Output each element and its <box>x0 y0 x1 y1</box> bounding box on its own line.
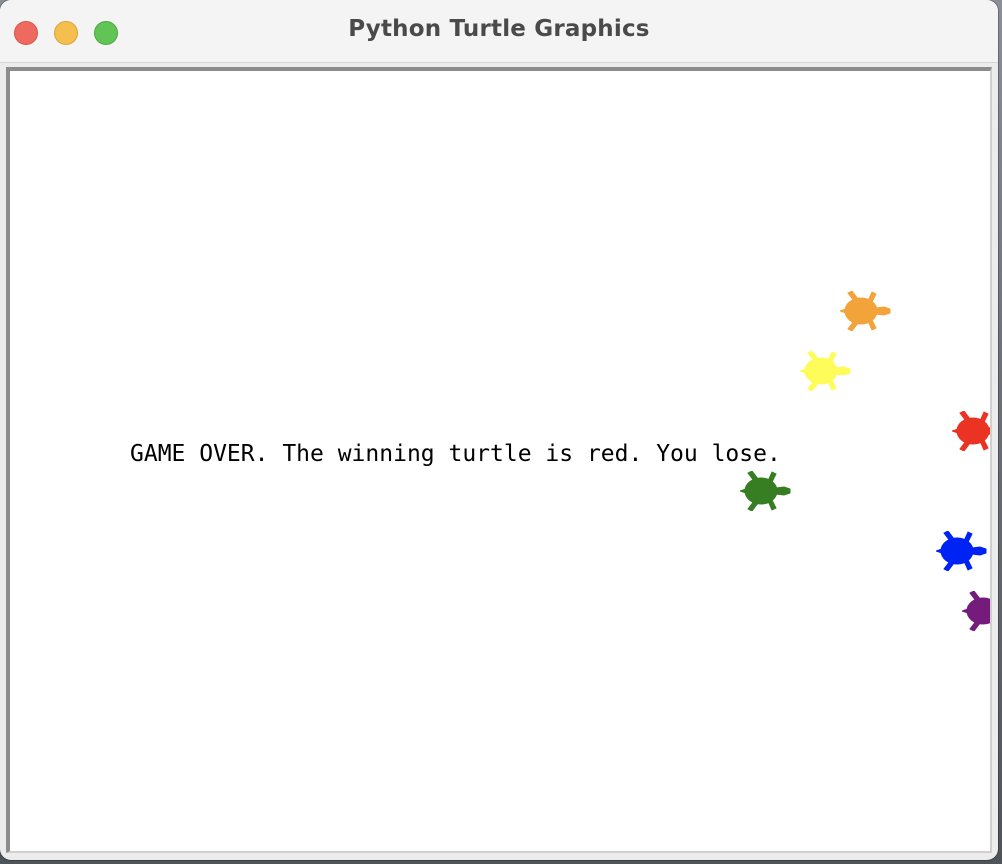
turtle-window: Python Turtle Graphics GAME OVER. The wi… <box>0 0 998 860</box>
turtle-purple <box>962 591 990 631</box>
turtle-shape-icon <box>936 531 987 571</box>
game-over-message: GAME OVER. The winning turtle is red. Yo… <box>130 441 781 467</box>
turtle-green <box>740 471 792 511</box>
turtle-canvas[interactable]: GAME OVER. The winning turtle is red. Yo… <box>6 67 992 853</box>
turtle-shape-icon <box>952 411 990 451</box>
turtle-red <box>952 411 990 451</box>
turtle-blue <box>936 531 988 571</box>
title-bar[interactable]: Python Turtle Graphics <box>0 0 998 63</box>
turtle-shape-icon <box>840 291 891 331</box>
turtle-orange <box>840 291 892 331</box>
turtle-shape-icon <box>740 471 791 511</box>
turtle-shape-icon <box>962 591 990 631</box>
turtle-yellow <box>800 351 852 391</box>
turtle-shape-icon <box>800 351 851 391</box>
window-title: Python Turtle Graphics <box>348 16 650 42</box>
